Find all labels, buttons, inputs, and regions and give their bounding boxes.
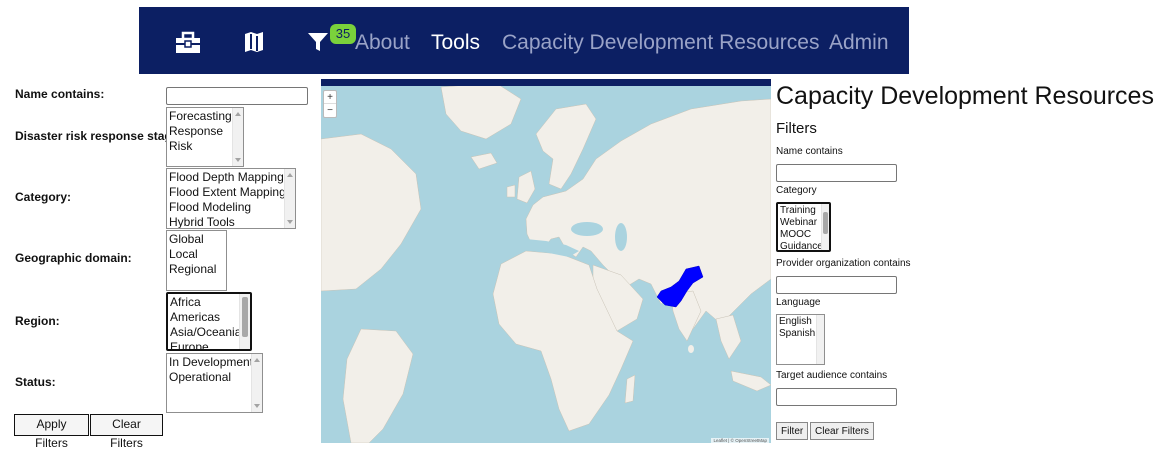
apply-filters-button[interactable]: Apply Filters: [14, 414, 89, 450]
filters-heading: Filters: [776, 120, 817, 137]
resource-name-label: Name contains: [776, 146, 843, 157]
provider-label: Provider organization contains: [776, 258, 911, 269]
scrollbar[interactable]: [816, 315, 824, 364]
stage-select[interactable]: Forecasting Response Risk: [166, 107, 244, 167]
name-contains-input[interactable]: [166, 87, 308, 105]
region-option[interactable]: Americas: [170, 310, 250, 325]
scrollbar[interactable]: [239, 294, 250, 349]
toolbox-icon[interactable]: [173, 27, 203, 57]
category-option[interactable]: Hybrid Tools: [169, 215, 295, 228]
map-attribution[interactable]: Leaflet | © OpenStreetMap: [711, 438, 769, 443]
page-title: Capacity Development Resources: [776, 82, 1154, 110]
nav-link-capacity-development-resources[interactable]: Capacity Development Resources: [502, 31, 819, 55]
scrollbar[interactable]: [232, 108, 243, 166]
category-label: Category:: [15, 190, 72, 204]
status-select[interactable]: In Development Operational: [166, 353, 263, 413]
status-option[interactable]: In Development: [169, 355, 262, 370]
language-select[interactable]: English Spanish: [776, 314, 825, 365]
domain-option[interactable]: Regional: [169, 262, 226, 277]
category-option[interactable]: Flood Depth Mapping: [169, 170, 295, 185]
region-option[interactable]: Europe: [170, 340, 250, 349]
status-option[interactable]: Operational: [169, 370, 262, 385]
resource-category-select[interactable]: Training Webinar MOOC Guidance: [776, 202, 831, 252]
tool-count-badge: 35: [330, 24, 356, 44]
status-label: Status:: [15, 375, 56, 389]
zoom-out-button[interactable]: −: [324, 104, 336, 117]
geographic-domain-label: Geographic domain:: [15, 251, 132, 265]
provider-input[interactable]: [776, 276, 897, 294]
zoom-in-button[interactable]: +: [324, 91, 336, 104]
category-option[interactable]: Flood Extent Mapping: [169, 185, 295, 200]
map-icon[interactable]: [239, 27, 269, 57]
category-select[interactable]: Flood Depth Mapping Flood Extent Mapping…: [166, 168, 296, 229]
language-label: Language: [776, 297, 821, 308]
nav-link-admin[interactable]: Admin: [829, 31, 889, 55]
top-navbar: 35 About Tools Capacity Development Reso…: [139, 7, 909, 74]
region-option[interactable]: Asia/Oceania: [170, 325, 250, 340]
region-select[interactable]: Africa Americas Asia/Oceania Europe: [166, 292, 252, 351]
map-view[interactable]: + − Leaflet | © OpenStreetMap: [321, 79, 771, 443]
name-contains-label: Name contains:: [15, 87, 105, 101]
category-option[interactable]: Flood Modeling: [169, 200, 295, 215]
scrollbar[interactable]: [284, 169, 295, 228]
target-audience-label: Target audience contains: [776, 370, 888, 381]
geographic-domain-select[interactable]: Global Local Regional: [166, 230, 227, 291]
stage-label: Disaster risk response stage:: [15, 129, 183, 143]
zoom-control[interactable]: + −: [323, 90, 337, 118]
filter-icon[interactable]: [303, 27, 333, 57]
resource-category-label: Category: [776, 185, 817, 196]
filter-button[interactable]: Filter: [776, 422, 809, 440]
scrollbar[interactable]: [251, 354, 262, 412]
scrollbar[interactable]: [821, 204, 829, 250]
target-audience-input[interactable]: [776, 388, 897, 406]
domain-option[interactable]: Local: [169, 247, 226, 262]
nav-link-about[interactable]: About: [355, 31, 410, 55]
resource-name-input[interactable]: [776, 164, 897, 182]
domain-option[interactable]: Global: [169, 232, 226, 247]
region-option[interactable]: Africa: [170, 295, 250, 310]
right-clear-filters-button[interactable]: Clear Filters: [810, 422, 874, 440]
nav-link-tools[interactable]: Tools: [431, 31, 480, 55]
map-tiles: [321, 79, 771, 443]
clear-filters-button[interactable]: Clear Filters: [90, 414, 163, 450]
region-label: Region:: [15, 314, 60, 328]
map-header-bar: [321, 79, 771, 86]
